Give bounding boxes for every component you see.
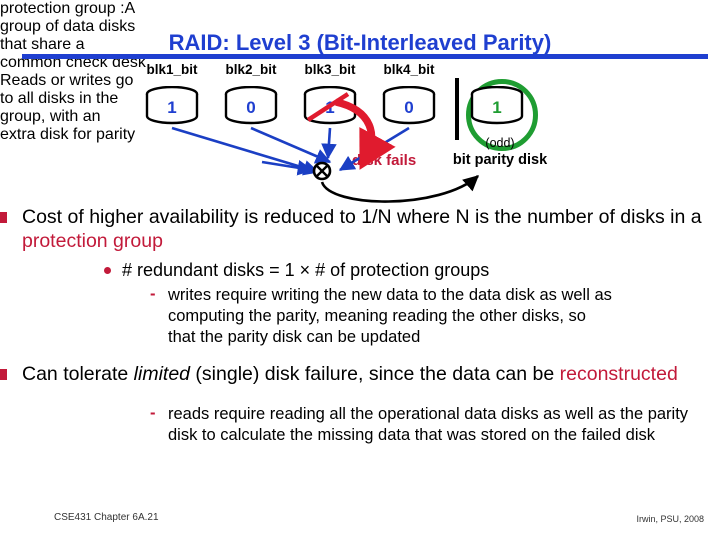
bullet-redundant-text: # redundant disks = 1 × # of protection … — [122, 260, 490, 280]
bullet-reads: - reads require reading all the operation… — [0, 404, 720, 446]
raid3-diagram: blk1_bit blk2_bit blk3_bit blk4_bit 1 0 … — [0, 58, 720, 208]
bullet-list: Cost of higher availability is reduced t… — [0, 205, 720, 446]
footer-course: CSE431 Chapter 6A.21 — [54, 512, 159, 523]
bullet-dot-icon — [104, 267, 111, 274]
bullet-square-icon — [0, 212, 7, 223]
bullet-tolerate-pre: Can tolerate — [22, 363, 134, 385]
bullet-dash-icon: - — [150, 285, 156, 303]
bullet-cost: Cost of higher availability is reduced t… — [0, 205, 720, 253]
diagram-connectors — [171, 92, 479, 203]
bullet-cost-term: protection group — [22, 230, 163, 252]
bullet-tolerate-mid: (single) disk failure, since the data ca… — [190, 363, 560, 385]
bullet-tolerate-term: reconstructed — [559, 363, 678, 385]
bullet-tolerate-emphasis: limited — [133, 363, 191, 385]
bullet-writes: - writes require writing the new data to … — [0, 285, 720, 348]
bullet-redundant-disks: # redundant disks = 1 × # of protection … — [0, 259, 720, 282]
slide-canvas: RAID: Level 3 (Bit-Interleaved Parity) p… — [0, 0, 720, 540]
bullet-tolerate: Can tolerate limited (single) disk failu… — [0, 362, 720, 386]
bullet-reads-line1: reads require reading all the operationa… — [168, 405, 689, 423]
bullet-writes-line3: that the parity disk can be updated — [168, 328, 421, 346]
xor-icon — [312, 161, 332, 181]
bullet-dash-icon: - — [150, 404, 156, 422]
page-title: RAID: Level 3 (Bit-Interleaved Parity) — [168, 30, 552, 55]
callout-left-term: protection group — [0, 0, 116, 17]
bullet-cost-text: Cost of higher availability is reduced t… — [22, 206, 702, 228]
bullet-reads-line2: disk to calculate the missing data that … — [168, 426, 656, 444]
bullet-square-icon — [0, 369, 7, 380]
bullet-writes-line1: writes require writing the new data to t… — [168, 286, 612, 304]
bullet-writes-line2: computing the parity, meaning reading th… — [168, 307, 586, 325]
footer-attribution: Irwin, PSU, 2008 — [636, 514, 704, 524]
